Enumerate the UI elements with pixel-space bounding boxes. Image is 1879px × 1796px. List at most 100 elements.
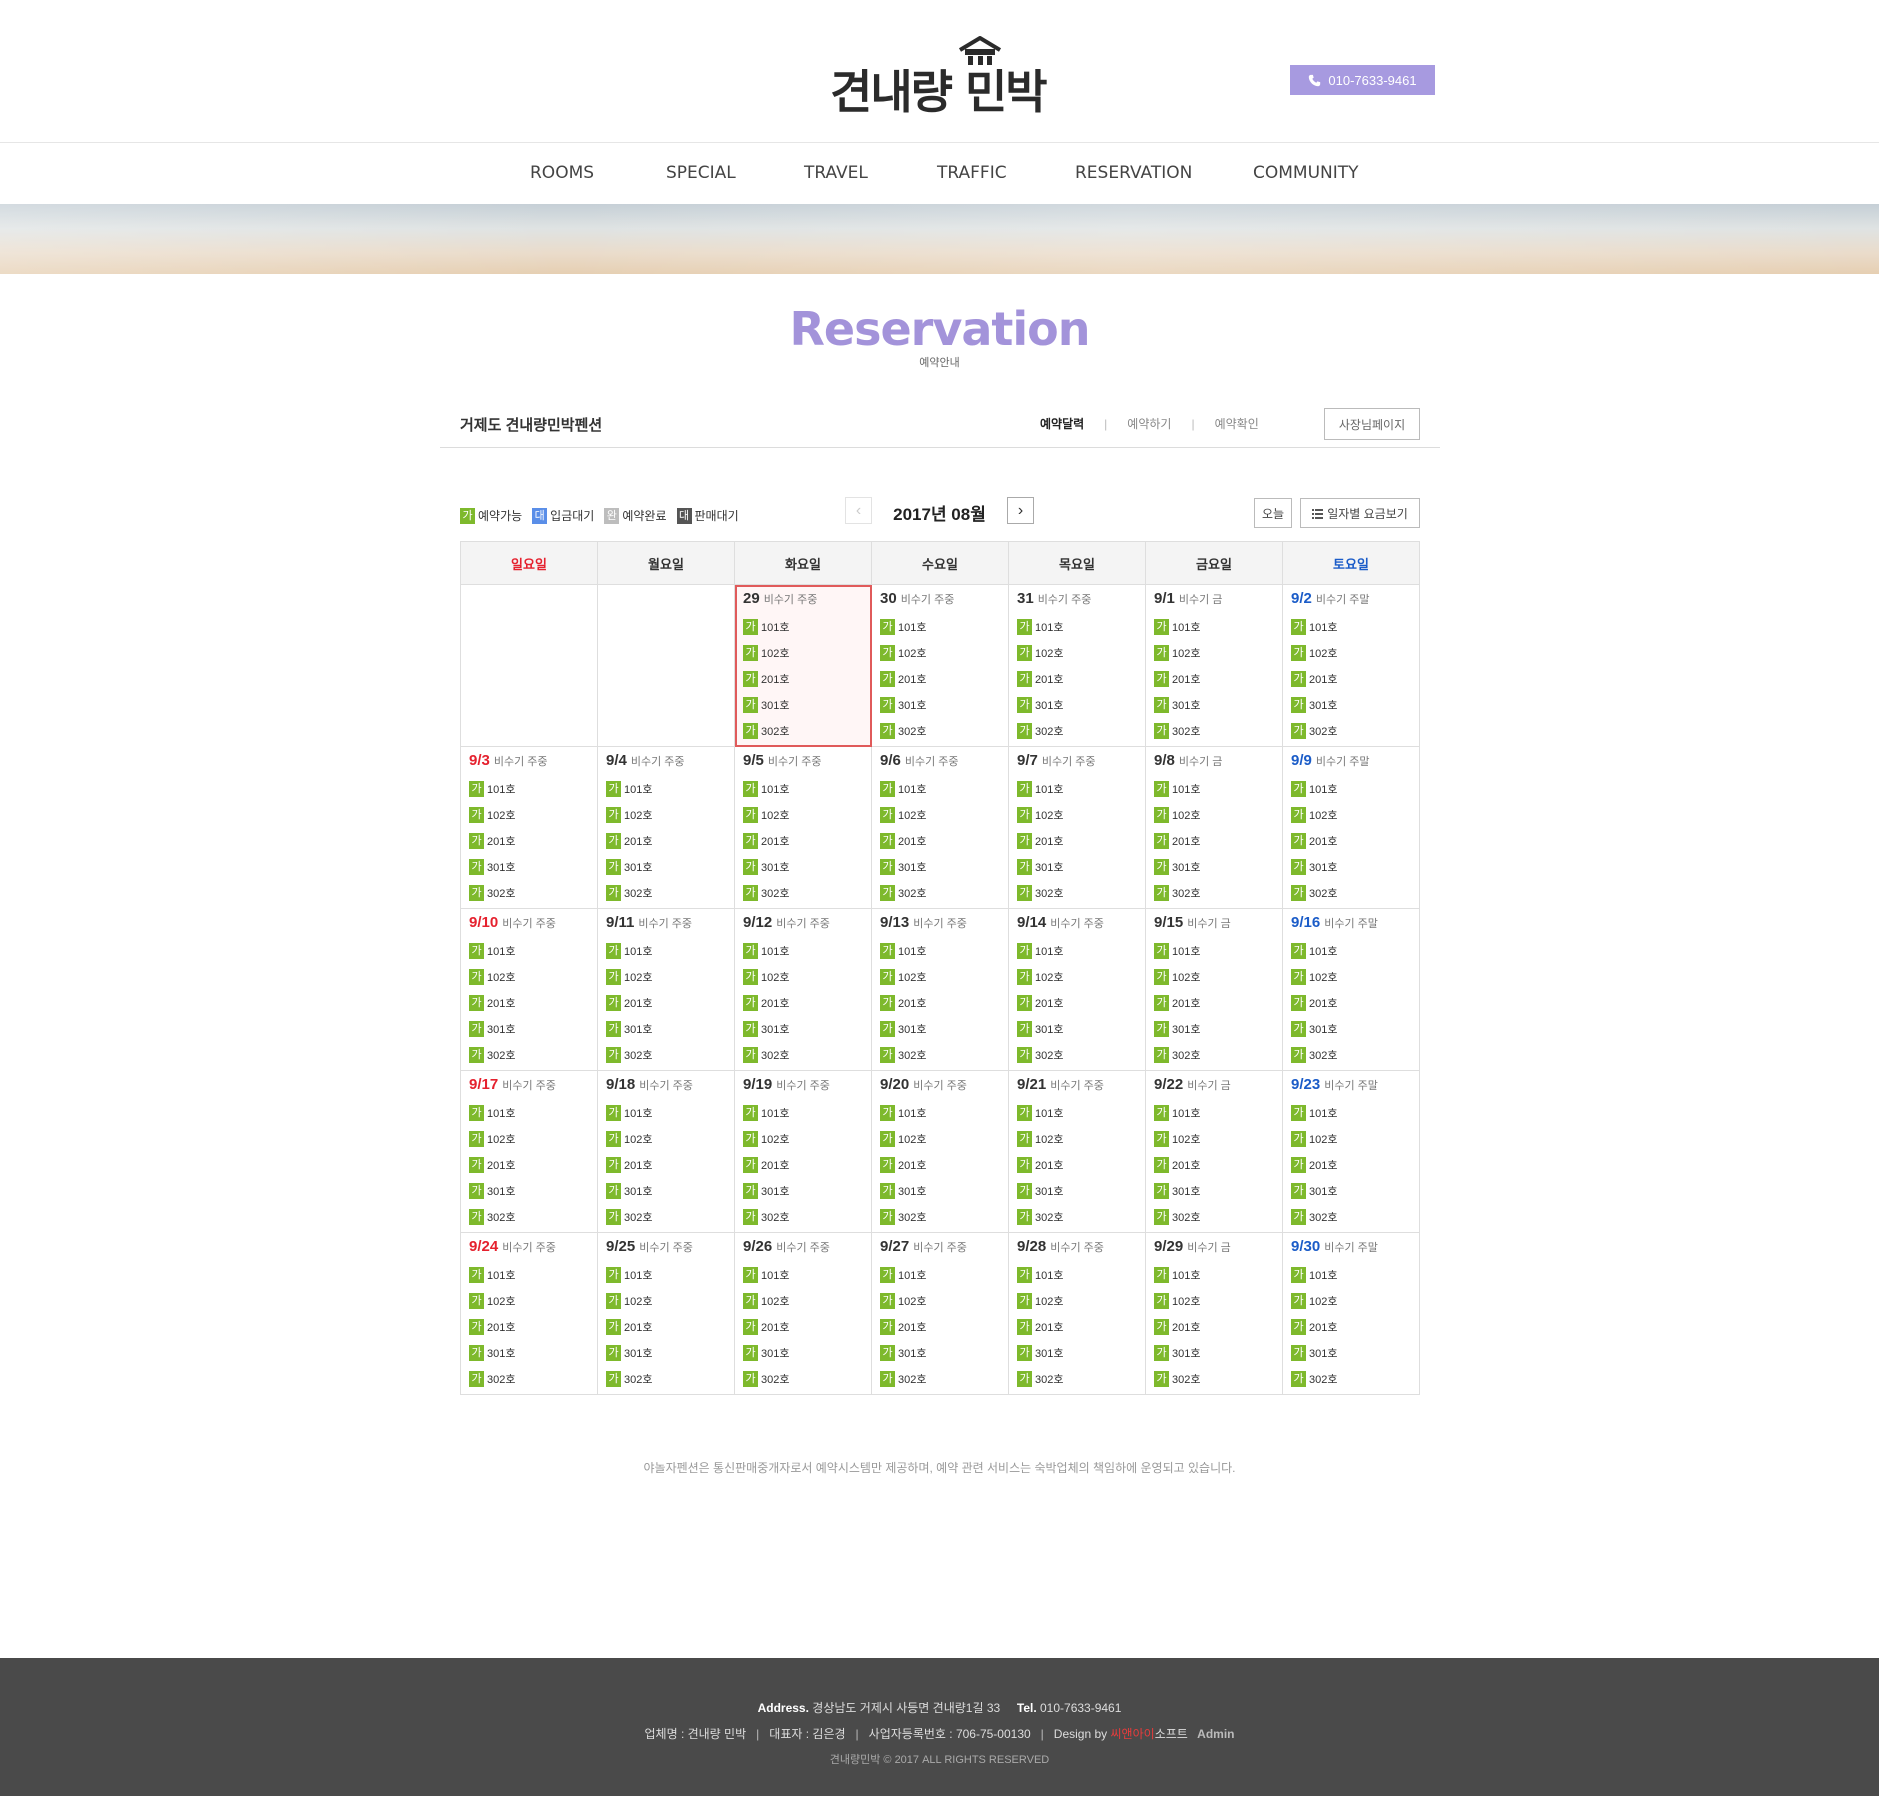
room-availability[interactable]: 가 201호 (1017, 1314, 1137, 1340)
room-availability[interactable]: 가 201호 (469, 990, 589, 1016)
room-availability[interactable]: 가 302호 (880, 1204, 1000, 1230)
room-availability[interactable]: 가 101호 (880, 614, 1000, 640)
nav-traffic[interactable]: TRAFFIC (937, 163, 1007, 183)
tab-calendar[interactable]: 예약달력 (1040, 417, 1084, 431)
calendar-day-cell[interactable]: 9/28 비수기 주중 가 101호 가 102호 가 201호 가 301호 가 302호 (1008, 1232, 1146, 1395)
room-availability[interactable]: 가 101호 (880, 776, 1000, 802)
room-availability[interactable]: 가 102호 (743, 802, 863, 828)
room-availability[interactable]: 가 302호 (469, 1042, 589, 1068)
room-availability[interactable]: 가 201호 (1154, 1314, 1274, 1340)
room-availability[interactable]: 가 201호 (1291, 828, 1411, 854)
room-availability[interactable]: 가 301호 (1154, 1340, 1274, 1366)
room-availability[interactable]: 가 301호 (743, 1340, 863, 1366)
room-availability[interactable]: 가 102호 (743, 640, 863, 666)
room-availability[interactable]: 가 201호 (606, 1152, 726, 1178)
room-availability[interactable]: 가 101호 (1154, 614, 1274, 640)
room-availability[interactable]: 가 301호 (743, 1016, 863, 1042)
room-availability[interactable]: 가 101호 (743, 938, 863, 964)
room-availability[interactable]: 가 302호 (1154, 1042, 1274, 1068)
room-availability[interactable]: 가 302호 (1291, 1042, 1411, 1068)
room-availability[interactable]: 가 102호 (606, 1126, 726, 1152)
room-availability[interactable]: 가 102호 (469, 1126, 589, 1152)
room-availability[interactable]: 가 102호 (1154, 1126, 1274, 1152)
today-button[interactable]: 오늘 (1254, 498, 1292, 528)
tab-book[interactable]: 예약하기 (1127, 417, 1171, 431)
room-availability[interactable]: 가 302호 (743, 880, 863, 906)
room-availability[interactable]: 가 101호 (743, 776, 863, 802)
calendar-day-cell[interactable]: 9/6 비수기 주중 가 101호 가 102호 가 201호 가 301호 가 302호 (871, 746, 1009, 909)
calendar-day-cell[interactable]: 9/8 비수기 금 가 101호 가 102호 가 201호 가 301호 가 302호 (1145, 746, 1283, 909)
room-availability[interactable]: 가 301호 (1017, 692, 1137, 718)
room-availability[interactable]: 가 201호 (606, 1314, 726, 1340)
owner-page-button[interactable]: 사장님페이지 (1324, 408, 1420, 440)
room-availability[interactable]: 가 201호 (743, 1152, 863, 1178)
calendar-day-cell[interactable]: 9/24 비수기 주중 가 101호 가 102호 가 201호 가 301호 가 302호 (460, 1232, 598, 1395)
room-availability[interactable]: 가 201호 (1291, 1152, 1411, 1178)
calendar-day-cell[interactable]: 9/5 비수기 주중 가 101호 가 102호 가 201호 가 301호 가 302호 (734, 746, 872, 909)
room-availability[interactable]: 가 302호 (1154, 718, 1274, 744)
room-availability[interactable]: 가 101호 (1017, 614, 1137, 640)
room-availability[interactable]: 가 102호 (880, 640, 1000, 666)
room-availability[interactable]: 가 301호 (1291, 1178, 1411, 1204)
room-availability[interactable]: 가 102호 (743, 1288, 863, 1314)
room-availability[interactable]: 가 302호 (469, 880, 589, 906)
room-availability[interactable]: 가 301호 (1017, 854, 1137, 880)
room-availability[interactable]: 가 201호 (469, 1314, 589, 1340)
room-availability[interactable]: 가 302호 (1291, 880, 1411, 906)
room-availability[interactable]: 가 101호 (1154, 938, 1274, 964)
room-availability[interactable]: 가 101호 (606, 776, 726, 802)
room-availability[interactable]: 가 102호 (606, 964, 726, 990)
room-availability[interactable]: 가 102호 (469, 802, 589, 828)
room-availability[interactable]: 가 201호 (1291, 666, 1411, 692)
room-availability[interactable]: 가 302호 (606, 1204, 726, 1230)
room-availability[interactable]: 가 301호 (469, 854, 589, 880)
calendar-day-cell[interactable]: 9/16 비수기 주말 가 101호 가 102호 가 201호 가 301호 가 302호 (1282, 908, 1420, 1071)
room-availability[interactable]: 가 301호 (880, 854, 1000, 880)
room-availability[interactable]: 가 201호 (1154, 990, 1274, 1016)
room-availability[interactable]: 가 101호 (606, 1100, 726, 1126)
calendar-day-cell[interactable]: 9/25 비수기 주중 가 101호 가 102호 가 201호 가 301호 가 302호 (597, 1232, 735, 1395)
calendar-day-cell[interactable]: 29 비수기 주중 가 101호 가 102호 가 201호 가 301호 가 302호 (734, 584, 872, 747)
room-availability[interactable]: 가 302호 (1017, 1204, 1137, 1230)
room-availability[interactable]: 가 102호 (880, 1126, 1000, 1152)
room-availability[interactable]: 가 101호 (1291, 776, 1411, 802)
calendar-day-cell[interactable]: 9/2 비수기 주말 가 101호 가 102호 가 201호 가 301호 가 302호 (1282, 584, 1420, 747)
nav-community[interactable]: COMMUNITY (1253, 163, 1359, 183)
room-availability[interactable]: 가 302호 (1291, 1204, 1411, 1230)
calendar-day-cell[interactable]: 9/15 비수기 금 가 101호 가 102호 가 201호 가 301호 가 302호 (1145, 908, 1283, 1071)
room-availability[interactable]: 가 101호 (1017, 938, 1137, 964)
room-availability[interactable]: 가 301호 (880, 1016, 1000, 1042)
room-availability[interactable]: 가 101호 (1154, 776, 1274, 802)
room-availability[interactable]: 가 102호 (1154, 640, 1274, 666)
room-availability[interactable]: 가 301호 (1291, 1340, 1411, 1366)
room-availability[interactable]: 가 301호 (743, 1178, 863, 1204)
room-availability[interactable]: 가 301호 (1291, 1016, 1411, 1042)
room-availability[interactable]: 가 301호 (1017, 1178, 1137, 1204)
room-availability[interactable]: 가 102호 (469, 1288, 589, 1314)
room-availability[interactable]: 가 102호 (1017, 1288, 1137, 1314)
room-availability[interactable]: 가 302호 (880, 880, 1000, 906)
designer-name-rest[interactable]: 소프트 (1155, 1727, 1188, 1741)
next-month-button[interactable]: › (1007, 497, 1034, 524)
room-availability[interactable]: 가 102호 (880, 964, 1000, 990)
room-availability[interactable]: 가 102호 (1154, 1288, 1274, 1314)
room-availability[interactable]: 가 302호 (743, 718, 863, 744)
calendar-day-cell[interactable]: 9/26 비수기 주중 가 101호 가 102호 가 201호 가 301호 가 302호 (734, 1232, 872, 1395)
room-availability[interactable]: 가 302호 (880, 1366, 1000, 1392)
room-availability[interactable]: 가 201호 (1291, 990, 1411, 1016)
calendar-day-cell[interactable]: 30 비수기 주중 가 101호 가 102호 가 201호 가 301호 가 302호 (871, 584, 1009, 747)
room-availability[interactable]: 가 302호 (606, 1366, 726, 1392)
tab-confirm[interactable]: 예약확인 (1215, 417, 1259, 431)
room-availability[interactable]: 가 201호 (606, 828, 726, 854)
calendar-day-cell[interactable]: 9/21 비수기 주중 가 101호 가 102호 가 201호 가 301호 가 302호 (1008, 1070, 1146, 1233)
room-availability[interactable]: 가 201호 (880, 990, 1000, 1016)
phone-button[interactable]: 010-7633-9461 (1290, 65, 1435, 95)
room-availability[interactable]: 가 201호 (1017, 1152, 1137, 1178)
room-availability[interactable]: 가 301호 (1154, 1178, 1274, 1204)
calendar-day-cell[interactable]: 9/1 비수기 금 가 101호 가 102호 가 201호 가 301호 가 302호 (1145, 584, 1283, 747)
room-availability[interactable]: 가 302호 (1291, 718, 1411, 744)
admin-link[interactable]: Admin (1197, 1727, 1234, 1741)
calendar-day-cell[interactable]: 9/11 비수기 주중 가 101호 가 102호 가 201호 가 301호 가 302호 (597, 908, 735, 1071)
room-availability[interactable]: 가 101호 (1291, 614, 1411, 640)
room-availability[interactable]: 가 302호 (469, 1204, 589, 1230)
